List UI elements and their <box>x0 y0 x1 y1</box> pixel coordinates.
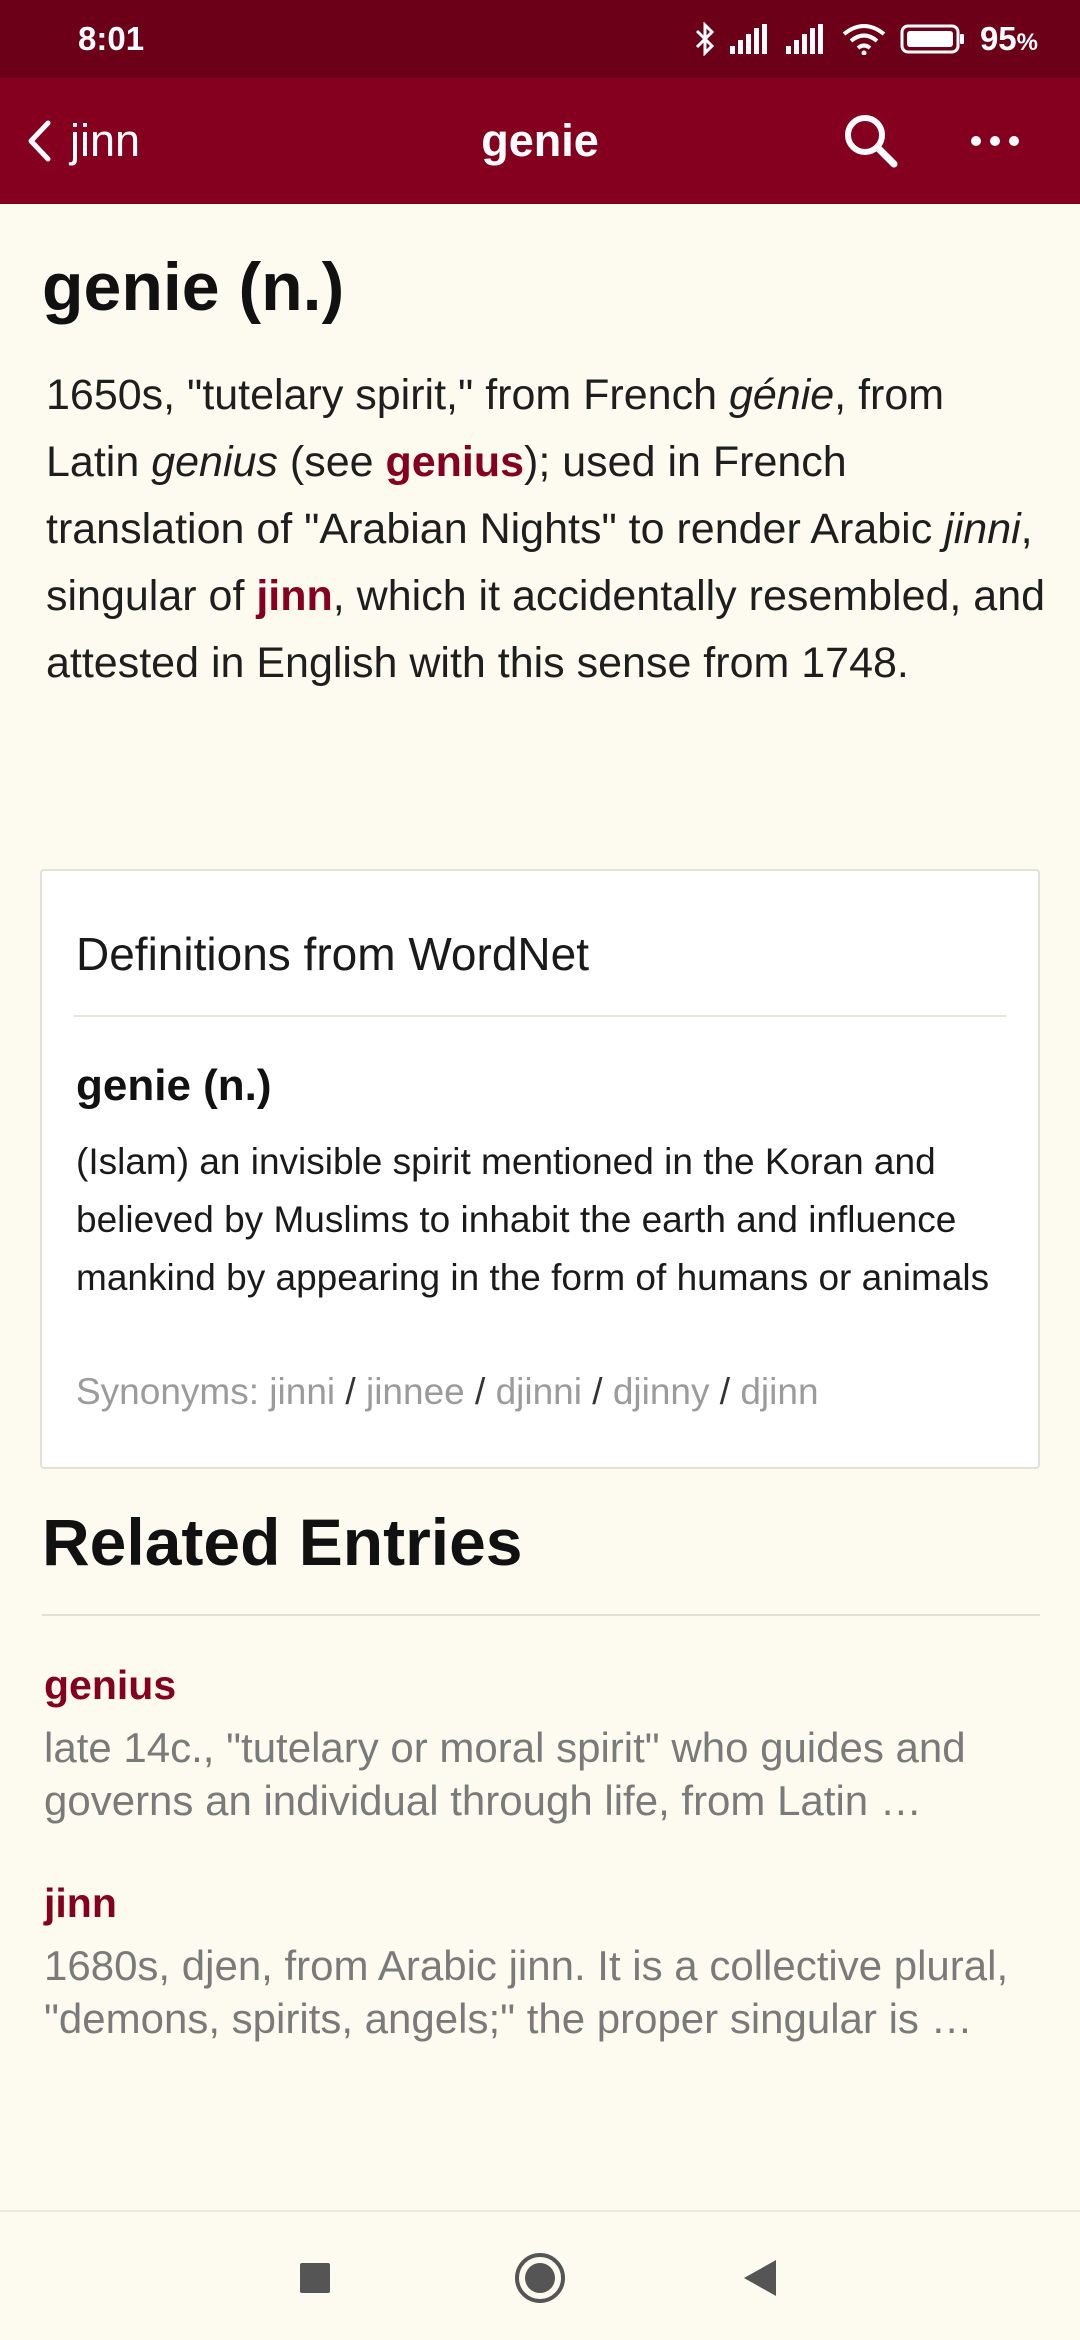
system-back-button[interactable] <box>730 2248 790 2308</box>
back-button[interactable]: jinn <box>22 78 140 204</box>
related-entry[interactable]: genius late 14c., "tutelary or moral spi… <box>44 1662 1064 1827</box>
synonym-link[interactable]: jinnee <box>366 1371 465 1412</box>
wordnet-word: genie (n.) <box>76 1061 272 1110</box>
system-nav-bar <box>0 2210 1080 2340</box>
bluetooth-icon <box>695 22 715 56</box>
search-button[interactable] <box>840 110 902 172</box>
recents-icon <box>300 2263 330 2293</box>
wordnet-heading: Definitions from WordNet <box>76 928 589 980</box>
wifi-icon <box>842 24 886 55</box>
more-icon <box>990 136 1000 146</box>
related-entry-snippet: 1680s, djen, from Arabic jinn. It is a c… <box>44 1942 1009 2042</box>
related-entry-word[interactable]: jinn <box>44 1880 1064 1927</box>
entry-body: 1650s, "tutelary spirit," from French gé… <box>46 371 1046 687</box>
app-bar: genie jinn <box>0 78 1080 204</box>
back-triangle-icon <box>744 2260 776 2296</box>
entry-title: genie (n.) <box>42 249 345 325</box>
home-icon <box>515 2253 565 2303</box>
related-entry[interactable]: jinn 1680s, djen, from Arabic jinn. It i… <box>44 1880 1064 2045</box>
recents-button[interactable] <box>285 2248 345 2308</box>
related-entries-title: Related Entries <box>42 1505 523 1579</box>
related-entry-snippet: late 14c., "tutelary or moral spirit" wh… <box>44 1724 966 1824</box>
back-label: jinn <box>70 115 141 166</box>
synonym-link[interactable]: djinn <box>740 1371 818 1412</box>
wordnet-definition: (Islam) an invisible spirit mentioned in… <box>76 1141 990 1298</box>
synonym-link[interactable]: djinny <box>613 1371 710 1412</box>
wordnet-card: Definitions from WordNet genie (n.) (Isl… <box>40 869 1040 1469</box>
status-bar: 8:01 95% <box>0 0 1080 78</box>
synonym-link[interactable]: jinni <box>269 1371 335 1412</box>
xref-link-jinn[interactable]: jinn <box>256 572 332 620</box>
more-icon <box>971 136 981 146</box>
status-time: 8:01 <box>78 20 145 57</box>
home-button[interactable] <box>510 2248 570 2308</box>
chevron-left-icon <box>28 120 51 162</box>
signal-icon <box>785 24 823 54</box>
status-icons: 95% <box>694 20 1038 58</box>
signal-icon <box>729 24 767 54</box>
battery-percent: 95% <box>979 20 1038 57</box>
divider <box>42 1614 1040 1616</box>
battery-icon <box>900 24 964 54</box>
more-icon <box>1009 136 1019 146</box>
related-entry-word[interactable]: genius <box>44 1662 1064 1709</box>
more-button[interactable] <box>960 110 1030 172</box>
divider <box>74 1015 1006 1017</box>
synonym-link[interactable]: djinni <box>496 1371 582 1412</box>
xref-link-genius[interactable]: genius <box>385 438 524 486</box>
wordnet-synonyms: Synonyms: jinni / jinnee / djinni / djin… <box>76 1371 819 1412</box>
search-icon <box>845 115 898 168</box>
page-title: genie <box>481 115 599 166</box>
